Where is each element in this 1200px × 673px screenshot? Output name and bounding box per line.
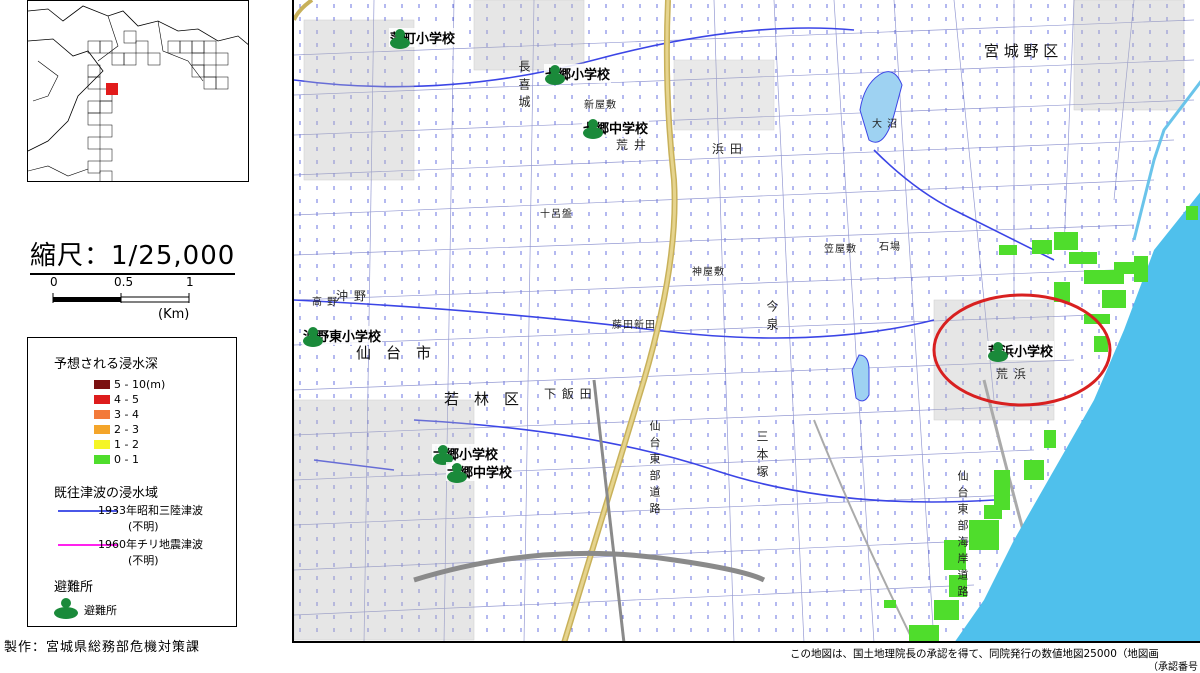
depth-swatch [94, 440, 110, 449]
scale-unit: (Km) [158, 307, 190, 322]
depth-swatch [94, 455, 110, 464]
shelter-icon [390, 29, 410, 49]
place-kasayashiki: 笠屋敷 [824, 244, 857, 255]
shelter-icon [988, 342, 1008, 362]
shelter-icon [447, 463, 467, 483]
place-imaizumi: 今 泉 [765, 300, 779, 331]
place-ishiba: 石場 [879, 242, 901, 253]
depth-label: 5 - 10(m) [114, 378, 166, 391]
depth-swatch [94, 380, 110, 389]
place-miyagino-ward: 宮 城 野 区 [984, 42, 1059, 60]
place-shinyashiki: 新屋敷 [584, 100, 617, 111]
map-graphic [294, 0, 1200, 641]
tsunami-1960-label: 1960年チリ地震津波 [98, 538, 203, 551]
legend: 予想される浸水深 5 - 10(m) 4 - 5 3 - 4 2 - 3 1 - 2 0 … [27, 337, 237, 627]
index-map [27, 0, 249, 182]
depth-swatch [94, 410, 110, 419]
shelter-icon [583, 119, 603, 139]
depth-label: 1 - 2 [114, 438, 139, 451]
tsunami-legend-title: 既往津波の浸水域 [54, 486, 159, 501]
shelter-legend-label: 避難所 [84, 604, 117, 617]
map-footnote: この地図は、国土地理院長の承認を得て、同院発行の数値地図25000（地図画 [790, 648, 1159, 660]
tsunami-1960-sub: (不明) [128, 554, 159, 567]
place-sanbonzuka: 三 本 塚 [755, 430, 769, 479]
credit: 製作：宮城県総務部危機対策課 [4, 640, 201, 655]
scale-tick-1: 1 [186, 275, 194, 289]
index-map-graphic [28, 5, 248, 181]
shelter-marker[interactable]: 七郷中学校 [582, 118, 650, 139]
place-kamiyashiki: 神屋敷 [692, 267, 725, 278]
depth-label: 4 - 5 [114, 393, 139, 406]
place-sendai-city: 仙 台 市 [356, 344, 432, 362]
map-footnote-approval: （承認番号 [1148, 662, 1198, 673]
shelter-icon [303, 327, 323, 347]
scale-title: 縮尺：1/25,000 [30, 235, 236, 275]
tsunami-1933-label: 1933年昭和三陸津波 [98, 504, 203, 517]
place-juugohai: 十呂盤 [540, 209, 573, 220]
place-arai: 荒 井 [616, 138, 647, 152]
place-wakabayashi-ward: 若 林 区 [444, 390, 520, 408]
sidebar: 縮尺：1/25,000 0 0.5 1 (Km) 予想される浸水深 5 - 10… [0, 0, 292, 667]
shelter-marker[interactable]: 沖野東小学校 [302, 326, 383, 347]
scale-bar: 0 0.5 1 (Km) [50, 275, 210, 325]
place-fujita-shinden: 藤田新田 [612, 320, 656, 331]
shelter-icon [545, 65, 565, 85]
shelter-marker[interactable]: 荒浜小学校 [987, 341, 1055, 362]
place-takano: 高 野 [312, 297, 339, 308]
current-area-marker [106, 83, 118, 95]
tsunami-1933-sub: (不明) [128, 520, 159, 533]
depth-label: 3 - 4 [114, 408, 139, 421]
depth-legend-title: 予想される浸水深 [54, 357, 159, 372]
place-oonuma: 大 沼 [872, 119, 899, 130]
scale-tick-05: 0.5 [114, 275, 134, 289]
place-arahama: 荒 浜 [996, 367, 1027, 381]
place-okino: 沖 野 [336, 289, 367, 303]
shelter-marker[interactable]: 六郷小学校 [432, 444, 500, 465]
place-hamada: 浜 田 [712, 142, 743, 156]
shelter-icon [54, 598, 78, 619]
shelter-marker[interactable]: 蒲町小学校 [389, 28, 457, 49]
road-sendai-tobu: 仙 台 東 部 道 路 [648, 420, 661, 515]
depth-swatch [94, 395, 110, 404]
depth-swatch [94, 425, 110, 434]
hazard-map[interactable]: 仙 台 市 若 林 区 宮 城 野 区 下 飯 田 大 沼 荒 浜 荒 井 浜 … [292, 0, 1200, 643]
shelter-marker[interactable]: 六郷中学校 [446, 462, 514, 483]
scale-tick-0: 0 [50, 275, 58, 289]
road-sendai-coast: 仙 台 東 部 海 岸 道 路 [956, 470, 969, 598]
place-nagakijo: 長 喜 城 [517, 60, 531, 109]
shelter-marker[interactable]: 七郷小学校 [544, 64, 612, 85]
place-shimoiida: 下 飯 田 [544, 387, 593, 401]
shelter-legend-title: 避難所 [54, 580, 94, 595]
depth-label: 0 - 1 [114, 453, 139, 466]
depth-label: 2 - 3 [114, 423, 139, 436]
